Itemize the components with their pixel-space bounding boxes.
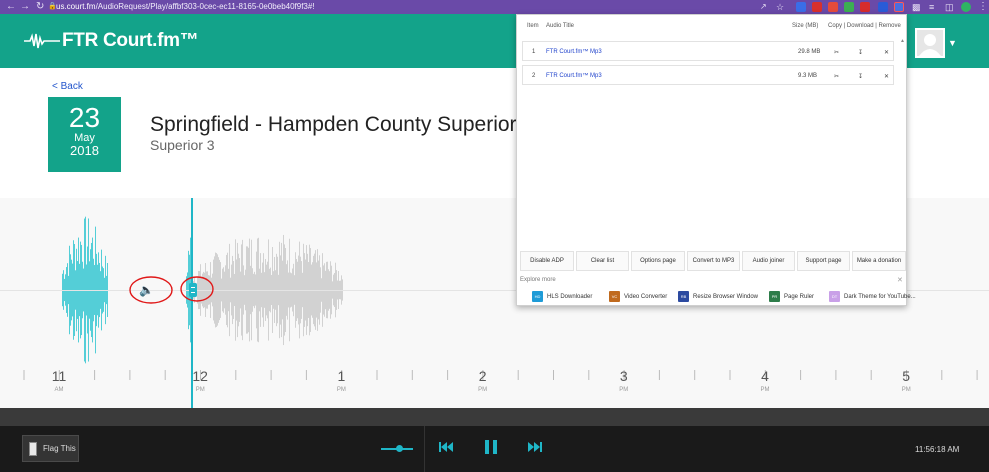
volume-knob[interactable]	[396, 445, 403, 452]
convert-to-mp3-button[interactable]: Convert to MP3	[687, 251, 740, 271]
audio-joiner-button[interactable]: Audio joiner	[742, 251, 795, 271]
header-audio-title: Audio Title	[546, 23, 575, 29]
timeline-hour-label: 1	[337, 368, 346, 384]
avatar[interactable]	[915, 28, 945, 58]
speaker-mute-icon[interactable]: 🔈	[139, 283, 154, 297]
skip-forward-icon[interactable]	[528, 441, 542, 453]
clear-list-button[interactable]: Clear list	[576, 251, 629, 271]
flag-icon	[29, 442, 37, 456]
table-row: 1 FTR Court.fm™ Mp3 29.8 MB ✂ ↧ ✕	[522, 41, 894, 61]
date-day: 23	[68, 102, 101, 133]
copy-icon[interactable]: ✂	[834, 49, 839, 56]
timeline-hour-label: 5	[902, 368, 911, 384]
clock: 11:56:18 AM	[915, 445, 960, 454]
menu-dots-icon[interactable]: ⋮	[978, 1, 988, 13]
page-subtitle: Superior 3	[150, 137, 215, 153]
timeline-hour-label: 12	[192, 368, 208, 384]
address-bar[interactable]: us.court.fm/AudioRequest/Play/affbf303-0…	[56, 2, 315, 11]
timeline-ampm-label: PM	[195, 387, 205, 393]
extension-icon[interactable]	[812, 2, 822, 12]
options-page-button[interactable]: Options page	[631, 251, 685, 271]
divider	[424, 426, 425, 472]
date-year: 2018	[70, 143, 99, 158]
page-title: Springfield - Hampden County Superior	[150, 113, 517, 136]
timeline-hour-label: 3	[619, 368, 628, 384]
url-path: /AudioRequest/Play/affbf303-0cec-ec11-81…	[95, 2, 315, 11]
row-title[interactable]: FTR Court.fm™ Mp3	[546, 73, 602, 79]
date-badge: 23 May 2018	[48, 97, 121, 172]
extension-icon[interactable]	[796, 2, 806, 12]
make-donation-button[interactable]: Make a donation	[852, 251, 906, 271]
timeline-ampm-label: PM	[901, 387, 911, 393]
row-item: 1	[532, 49, 536, 55]
timeline-ampm-label: AM	[54, 387, 64, 393]
extension-icon[interactable]	[828, 2, 838, 12]
explore-item-resize-browser[interactable]: RB Resize Browser Window	[678, 291, 758, 302]
reload-icon[interactable]: ↻	[36, 1, 44, 13]
playhead-handle[interactable]	[189, 283, 197, 297]
bookmark-star-icon[interactable]: ☆	[776, 1, 784, 13]
explore-item-page-ruler[interactable]: PR Page Ruler	[769, 291, 814, 302]
explore-item-hls[interactable]: HD HLS Downloader	[532, 291, 592, 302]
timeline-hour-label: 2	[478, 368, 487, 384]
forward-arrow-icon[interactable]: →	[20, 1, 30, 13]
copy-icon[interactable]: ✂	[834, 73, 839, 80]
playhead[interactable]	[191, 198, 193, 408]
explore-more-label: Explore more	[520, 277, 556, 283]
timeline-ampm-label: PM	[478, 387, 488, 393]
remove-icon[interactable]: ✕	[884, 73, 889, 80]
download-icon[interactable]: ↧	[858, 49, 863, 56]
share-icon[interactable]: ↗	[760, 1, 767, 13]
explore-item-dark-theme[interactable]: DT Dark Theme for YouTube...	[829, 291, 916, 302]
flag-button[interactable]: Flag This	[22, 435, 79, 462]
logo-text: FTR Court.fm™	[62, 30, 199, 51]
row-size: 9.3 MB	[798, 73, 818, 79]
scrollbar[interactable]: ▲ ▼	[899, 38, 905, 260]
timeline-ampm-label: PM	[760, 387, 770, 393]
chevron-down-icon[interactable]: ▼	[948, 38, 957, 48]
pause-icon[interactable]	[485, 440, 497, 454]
flag-label: Flag This	[43, 444, 76, 453]
extension-icon[interactable]	[860, 2, 870, 12]
row-item: 2	[532, 73, 536, 79]
header-size: Size (MB)	[792, 23, 819, 29]
extension-icon[interactable]	[878, 2, 888, 12]
browser-toolbar: ← → ↻ 🔒 us.court.fm/AudioRequest/Play/af…	[0, 0, 989, 14]
remove-icon[interactable]: ✕	[884, 49, 889, 56]
support-page-button[interactable]: Support page	[797, 251, 850, 271]
back-link[interactable]: < Back	[52, 81, 83, 92]
close-icon[interactable]: ✕	[897, 276, 903, 284]
url-host: us.court.fm	[56, 2, 96, 11]
row-title[interactable]: FTR Court.fm™ Mp3	[546, 49, 602, 55]
header-actions: Copy | Download | Remove	[828, 23, 901, 29]
timeline-hour-label: 4	[761, 368, 769, 384]
timeline-ampm-label: PM	[619, 387, 629, 393]
puzzle-icon[interactable]: ▩	[912, 1, 921, 13]
explore-item-video-converter[interactable]: VC Video Converter	[609, 291, 667, 302]
reading-list-icon[interactable]: ≡	[929, 1, 934, 13]
extension-popup: Item Audio Title Size (MB) Copy | Downlo…	[516, 14, 916, 306]
header-item: Item	[527, 23, 539, 29]
row-size: 29.8 MB	[798, 49, 821, 55]
footer-strip	[0, 408, 989, 426]
table-row: 2 FTR Court.fm™ Mp3 9.3 MB ✂ ↧ ✕	[522, 65, 894, 85]
timeline-ampm-label: PM	[336, 387, 346, 393]
profile-avatar[interactable]	[961, 2, 971, 12]
disable-adp-button[interactable]: Disable ADP	[520, 251, 574, 271]
active-extension-icon[interactable]	[894, 2, 904, 12]
popup-button-bar: Disable ADP Clear list Options page Conv…	[520, 251, 906, 271]
timeline-hour-label: 11	[51, 368, 67, 384]
skip-back-icon[interactable]	[439, 441, 453, 453]
side-panel-icon[interactable]: ◫	[945, 1, 954, 13]
user-silhouette-icon	[919, 34, 941, 56]
waveform-logo-icon	[24, 33, 60, 49]
download-icon[interactable]: ↧	[858, 73, 863, 80]
extension-icon[interactable]	[844, 2, 854, 12]
back-arrow-icon[interactable]: ←	[6, 1, 16, 13]
